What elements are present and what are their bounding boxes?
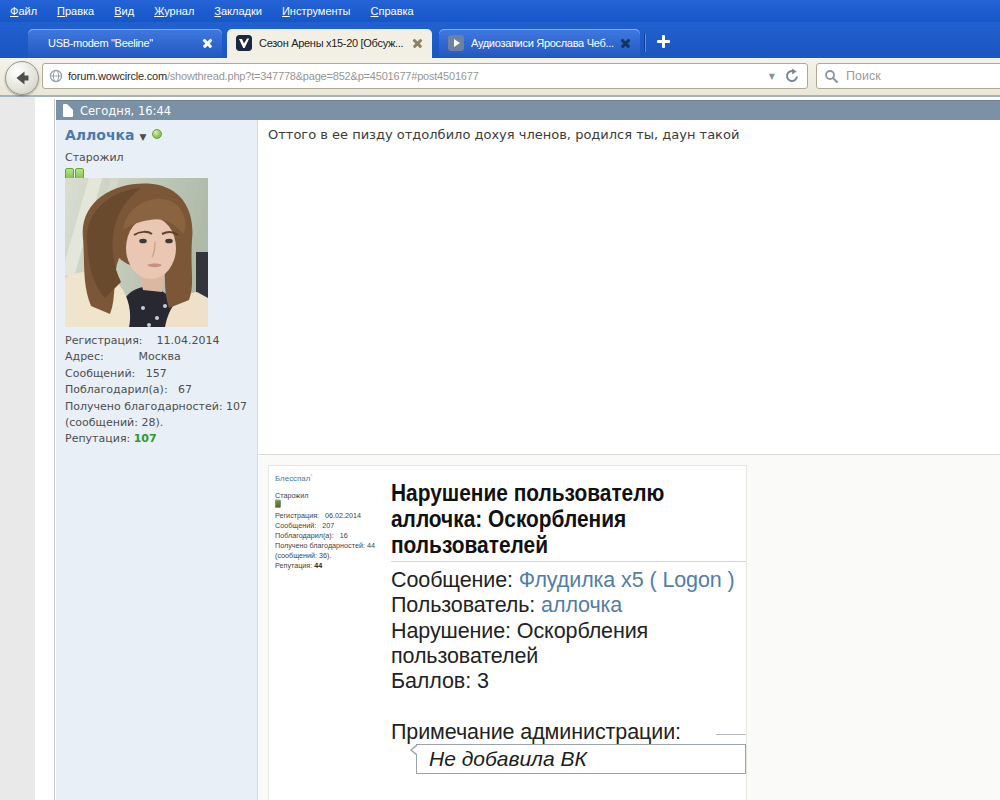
stat-reputation: Репутация: 107	[65, 431, 249, 447]
post-message: Оттого в ее пизду отдолбило дохуя членов…	[268, 127, 739, 142]
screenshot-user-title: Старожил	[275, 491, 390, 499]
tab-audio[interactable]: Аудиозаписи Ярослава Чеб...	[439, 29, 640, 58]
field-points: Баллов: 3	[391, 669, 747, 694]
screenshot-stat: Получено благодарностей: 44 (сообщений: …	[275, 541, 390, 561]
online-status-icon	[152, 129, 162, 139]
screenshot-badge	[275, 500, 281, 508]
signature-area: Блесспал° Старожил Регистрация: 06.02.20…	[258, 455, 1000, 800]
post-author-sidebar: Аллочка ▼ Старожил	[56, 120, 257, 800]
menu-bar: ФайлПравкаВидЖурналЗакладкиИнструментыСп…	[0, 0, 1000, 22]
menu-view[interactable]: Вид	[104, 0, 144, 22]
tab-title: USB-modem "Beeline"	[48, 37, 153, 49]
tab-forum-active[interactable]: Сезон Арены x15-20 [Обсуж...	[227, 29, 432, 58]
tab-title: Сезон Арены x15-20 [Обсуж...	[259, 37, 403, 49]
field-user: Пользователь: аллочка	[391, 593, 747, 618]
heading-divider	[391, 561, 747, 562]
globe-icon	[49, 69, 63, 83]
tab-title: Аудиозаписи Ярослава Чеб...	[471, 37, 614, 49]
search-icon	[824, 69, 838, 83]
admin-note-label: Примечание администрации:	[391, 720, 747, 745]
screenshot-online-mark: °	[310, 473, 312, 479]
address-bar[interactable]: forum.wowcircle.com/showthread.php?t=347…	[42, 63, 808, 89]
admin-note-quote: Не добавила ВК	[416, 744, 746, 774]
post-header-bar: Сегодня, 16:44	[56, 100, 1000, 121]
stat-messages: Сообщений: 157	[65, 366, 249, 382]
stat-registration: Регистрация: 11.04.2014	[65, 333, 249, 349]
play-favicon-icon	[448, 35, 464, 51]
author-stats: Регистрация: 11.04.2014 Адрес: Москва Со…	[65, 333, 249, 448]
signature-screenshot-image[interactable]: Блесспал° Старожил Регистрация: 06.02.20…	[268, 465, 747, 800]
plus-icon	[657, 35, 670, 48]
screenshot-stat: Регистрация: 06.02.2014	[275, 511, 390, 521]
search-bar[interactable]	[816, 63, 1000, 89]
screenshot-stat: Сообщений: 207	[275, 521, 390, 531]
stat-address: Адрес: Москва	[65, 349, 249, 365]
menu-help[interactable]: Справка	[361, 0, 424, 22]
page-margin	[0, 97, 35, 800]
admin-note-text: Не добавила ВК	[429, 747, 587, 771]
menu-tools[interactable]: Инструменты	[272, 0, 361, 22]
screenshot-stat: Поблагодарил(а): 16	[275, 531, 390, 541]
author-username-link[interactable]: Аллочка	[65, 127, 135, 143]
tab-separator	[644, 34, 645, 52]
stat-received-thanks: Получено благодарностей: 107 (сообщений:…	[65, 399, 249, 432]
menu-bookmarks[interactable]: Закладки	[204, 0, 272, 22]
post-message-cell: Оттого в ее пизду отдолбило дохуя членов…	[258, 120, 1000, 454]
tab-close-icon[interactable]	[621, 39, 630, 48]
menu-edit[interactable]: Правка	[47, 0, 104, 22]
table-border	[54, 99, 55, 800]
tab-usb-modem[interactable]: USB-modem "Beeline"	[28, 29, 222, 58]
tab-close-icon[interactable]	[203, 39, 212, 48]
screenshot-author-sidebar: Блесспал° Старожил Регистрация: 06.02.20…	[275, 471, 390, 571]
back-button[interactable]	[5, 61, 39, 95]
quote-notch-icon	[410, 744, 417, 756]
user-menu-arrow-icon[interactable]: ▼	[140, 132, 147, 142]
screenshot-main: Нарушение пользователю аллочка: Оскорбле…	[391, 480, 747, 745]
search-input[interactable]	[844, 68, 968, 84]
screenshot-stat-reputation: Репутация: 44	[275, 561, 390, 571]
field-violation: Нарушение: Оскорбления пользователей	[391, 619, 747, 670]
browser-window: ФайлПравкаВидЖурналЗакладкиИнструментыСп…	[0, 0, 1000, 800]
author-avatar	[65, 178, 208, 327]
stat-thanked: Поблагодарил(а): 67	[65, 382, 249, 398]
wowcircle-favicon-icon	[236, 35, 252, 51]
violation-heading: Нарушение пользователю аллочка: Оскорбле…	[391, 480, 680, 558]
url-text: forum.wowcircle.com/showthread.php?t=347…	[68, 70, 479, 82]
menu-file[interactable]: Файл	[0, 0, 47, 22]
field-message: Сообщение: Флудилка x5 ( Logon )	[391, 568, 747, 593]
tab-close-icon[interactable]	[413, 39, 422, 48]
post-icon	[63, 104, 73, 117]
navigation-toolbar: forum.wowcircle.com/showthread.php?t=347…	[0, 58, 1000, 97]
reload-icon[interactable]	[784, 68, 800, 84]
post-timestamp: Сегодня, 16:44	[80, 104, 171, 118]
urlbar-dropdown-icon[interactable]: ▼	[769, 72, 775, 81]
quote-top-line	[716, 734, 746, 735]
forum-page: Сегодня, 16:44 Аллочка ▼ Старожил	[0, 97, 1000, 800]
tab-strip: USB-modem "Beeline" Сезон Арены x15-20 […	[0, 22, 1000, 58]
author-title: Старожил	[65, 151, 124, 164]
new-tab-button[interactable]	[651, 32, 677, 52]
menu-history[interactable]: Журнал	[144, 0, 204, 22]
screenshot-username: Блесспал	[275, 474, 310, 483]
back-arrow-icon	[11, 67, 33, 89]
